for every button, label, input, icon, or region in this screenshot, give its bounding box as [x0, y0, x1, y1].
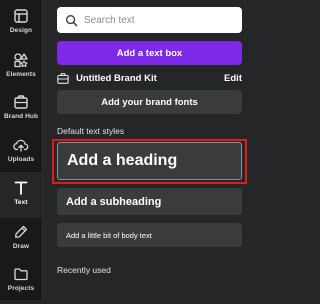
rail-label-uploads: Uploads: [7, 156, 35, 163]
side-rail: Design Elements Brand Hub Uploads Text D…: [0, 0, 43, 300]
rail-label-elements: Elements: [6, 71, 36, 78]
brand-hub-icon: [14, 95, 28, 109]
search-bar[interactable]: [57, 7, 242, 33]
rail-label-design: Design: [9, 27, 33, 34]
rail-item-brand-hub[interactable]: Brand Hub: [0, 88, 42, 132]
draw-icon: [15, 225, 28, 238]
uploads-icon: [13, 139, 29, 152]
rail-label-text: Text: [14, 199, 28, 206]
add-heading-button[interactable]: Add a heading: [57, 142, 242, 180]
add-text-box-button[interactable]: Add a text box: [57, 41, 242, 65]
default-text-styles-heading: Default text styles: [57, 126, 125, 136]
add-subheading-button[interactable]: Add a subheading: [57, 188, 242, 215]
add-body-text-button[interactable]: Add a little bit of body text: [57, 223, 242, 247]
rail-item-elements[interactable]: Elements: [0, 46, 42, 90]
brand-kit-row: Untitled Brand Kit Edit: [57, 71, 242, 85]
rail-label-draw: Draw: [12, 243, 30, 250]
brand-kit-icon: [57, 72, 69, 84]
add-brand-fonts-button[interactable]: Add your brand fonts: [57, 90, 242, 114]
brand-kit-name: Untitled Brand Kit: [76, 72, 157, 84]
elements-icon: [14, 53, 28, 68]
text-icon: [14, 181, 28, 195]
rail-item-design[interactable]: Design: [0, 2, 42, 46]
recently-used-heading: Recently used: [57, 265, 111, 275]
brand-kit-edit-link[interactable]: Edit: [224, 73, 242, 84]
rail-label-brand-hub: Brand Hub: [3, 113, 39, 120]
projects-icon: [14, 268, 28, 281]
rail-item-draw[interactable]: Draw: [0, 218, 42, 262]
design-icon: [14, 9, 28, 23]
rail-item-text[interactable]: Text: [0, 172, 42, 218]
text-panel: Add a text box Untitled Brand Kit Edit A…: [43, 0, 254, 300]
rail-label-projects: Projects: [7, 285, 35, 292]
rail-item-projects[interactable]: Projects: [0, 260, 42, 304]
search-input[interactable]: [84, 14, 234, 26]
search-icon: [65, 14, 78, 26]
rail-item-uploads[interactable]: Uploads: [0, 131, 42, 175]
